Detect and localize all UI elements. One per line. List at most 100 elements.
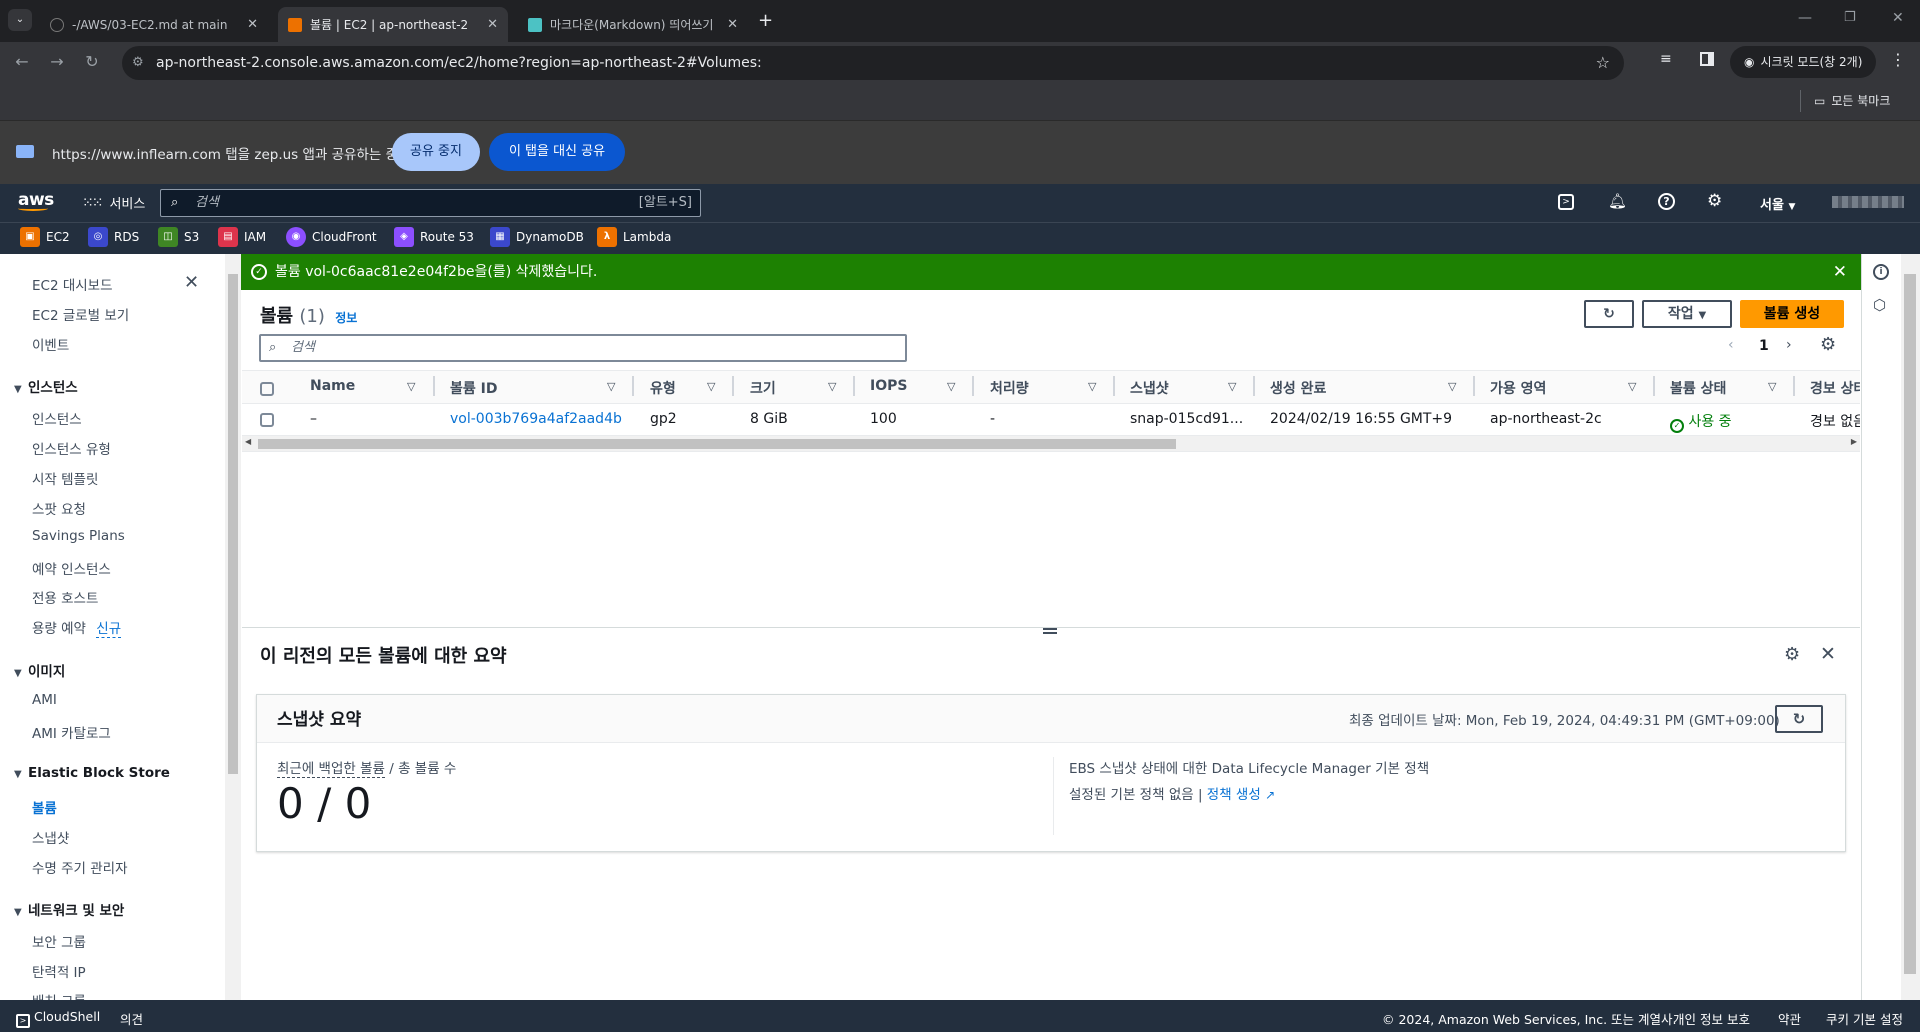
summary-refresh-button[interactable]: ↻	[1775, 705, 1823, 733]
column-snapshot[interactable]: 스냅샷	[1130, 378, 1169, 398]
site-info-icon[interactable]: ⚙	[132, 46, 144, 80]
sidebar-item-events[interactable]: 이벤트	[32, 334, 69, 354]
help-icon[interactable]: ?	[1658, 193, 1675, 210]
info-panel-icon[interactable]: i	[1873, 264, 1889, 280]
sort-icon[interactable]: ▽	[607, 380, 615, 393]
sort-icon[interactable]: ▽	[1228, 380, 1236, 393]
address-bar[interactable]: ⚙ ap-northeast-2.console.aws.amazon.com/…	[122, 46, 1624, 80]
browser-menu-icon[interactable]: ⋮	[1890, 50, 1906, 69]
column-divider[interactable]	[853, 376, 855, 396]
stop-sharing-button[interactable]: 공유 중지	[392, 133, 480, 171]
sidebar-item-ami[interactable]: AMI	[32, 692, 57, 708]
cloudshell-icon[interactable]: >	[1558, 194, 1574, 210]
browser-tab-github[interactable]: -/AWS/03-EC2.md at main · k ✕	[40, 7, 268, 42]
sort-icon[interactable]: ▽	[1628, 380, 1636, 393]
new-tab-button[interactable]: +	[758, 10, 773, 31]
favorite-rds[interactable]: ◎ RDS	[88, 226, 139, 248]
incognito-profile[interactable]: ◉ 시크릿 모드(창 2개)	[1730, 46, 1877, 78]
column-throughput[interactable]: 처리량	[990, 378, 1029, 398]
sidebar-item-snapshots[interactable]: 스냅샷	[32, 827, 69, 847]
create-volume-button[interactable]: 볼륨 생성	[1740, 300, 1844, 328]
next-page-icon[interactable]: ›	[1786, 337, 1792, 353]
sidebar-section-images[interactable]: ▼ 이미지	[14, 660, 65, 680]
all-bookmarks[interactable]: ▭ 모든 북마크	[1814, 90, 1890, 112]
tutorial-icon[interactable]: ⬡	[1873, 296, 1886, 314]
sidebar-item-elastic-ip[interactable]: 탄력적 IP	[32, 961, 86, 981]
external-link-icon[interactable]: ↗	[1265, 788, 1275, 802]
backed-up-link[interactable]: 최근에 백업한 볼륨	[277, 761, 385, 778]
minimize-button[interactable]: —	[1798, 10, 1812, 26]
prev-page-icon[interactable]: ‹	[1728, 337, 1734, 353]
cell-volume-id[interactable]: vol-003b769a4af2aad4b	[450, 411, 622, 427]
cloudshell-button[interactable]: > CloudShell	[16, 1009, 100, 1028]
column-divider[interactable]	[433, 376, 435, 396]
browser-tab-markdown[interactable]: 마크다운(Markdown) 띄어쓰기 ✕	[518, 7, 748, 42]
sidebar-item-savings-plans[interactable]: Savings Plans	[32, 528, 125, 544]
sort-icon[interactable]: ▽	[828, 380, 836, 393]
column-divider[interactable]	[1253, 376, 1255, 396]
page-number[interactable]: 1	[1759, 338, 1769, 354]
page-scrollbar[interactable]	[1901, 254, 1920, 1000]
scroll-right-icon[interactable]: ▶	[1851, 437, 1857, 446]
sort-icon[interactable]: ▽	[1768, 380, 1776, 393]
volume-search-input[interactable]: ⌕ 검색	[259, 334, 907, 362]
sidebar-item-security-groups[interactable]: 보안 그룹	[32, 931, 86, 951]
sort-icon[interactable]: ▽	[1088, 380, 1096, 393]
back-icon[interactable]: ←	[10, 50, 34, 74]
create-policy-link[interactable]: 정책 생성	[1207, 787, 1261, 803]
close-icon[interactable]: ✕	[727, 17, 738, 32]
sidebar-close-icon[interactable]: ✕	[184, 272, 199, 293]
sidebar-item-instances[interactable]: 인스턴스	[32, 408, 82, 428]
sidebar-item-global-view[interactable]: EC2 글로벌 보기	[32, 304, 129, 324]
table-preferences-icon[interactable]: ⚙	[1820, 334, 1836, 355]
column-divider[interactable]	[1473, 376, 1475, 396]
actions-dropdown[interactable]: 작업 ▼	[1642, 300, 1732, 328]
sidebar-item-ami-catalog[interactable]: AMI 카탈로그	[32, 722, 111, 742]
sidebar-item-placement-groups[interactable]: 배치 그룹	[32, 990, 86, 1000]
aws-logo[interactable]: aws	[18, 190, 54, 211]
cookie-preferences-link[interactable]: 쿠키 기본 설정	[1826, 1009, 1903, 1028]
restore-button[interactable]: ❐	[1844, 10, 1856, 25]
column-divider[interactable]	[1793, 376, 1795, 396]
summary-settings-icon[interactable]: ⚙	[1784, 644, 1800, 665]
terms-link[interactable]: 약관	[1778, 1009, 1801, 1028]
table-scroll-thumb[interactable]	[258, 439, 1176, 449]
sort-icon[interactable]: ▽	[407, 380, 415, 393]
favorite-lambda[interactable]: λ Lambda	[597, 226, 671, 248]
favorite-cloudfront[interactable]: ◉ CloudFront	[286, 226, 377, 248]
sidebar-scroll-thumb[interactable]	[228, 274, 238, 774]
column-divider[interactable]	[1113, 376, 1115, 396]
privacy-link[interactable]: 개인 정보 보호	[1673, 1009, 1750, 1028]
feedback-link[interactable]: 의견	[120, 1009, 143, 1028]
account-menu[interactable]	[1832, 196, 1904, 208]
sort-icon[interactable]: ▽	[947, 380, 955, 393]
sidebar-item-spot-requests[interactable]: 스팟 요청	[32, 498, 86, 518]
column-size[interactable]: 크기	[750, 378, 776, 398]
close-icon[interactable]: ✕	[487, 17, 498, 32]
sidebar-item-launch-templates[interactable]: 시작 템플릿	[32, 468, 98, 488]
notifications-icon[interactable]: 🔔︎	[1608, 192, 1627, 210]
column-divider[interactable]	[1653, 376, 1655, 396]
sidebar-section-instances[interactable]: ▼ 인스턴스	[14, 376, 78, 396]
sidebar-item-instance-types[interactable]: 인스턴스 유형	[32, 438, 111, 458]
column-divider[interactable]	[632, 376, 634, 396]
refresh-button[interactable]: ↻	[1584, 300, 1634, 328]
column-iops[interactable]: IOPS	[870, 378, 907, 394]
sidebar-item-dashboard[interactable]: EC2 대시보드	[32, 274, 113, 294]
sidebar-section-ebs[interactable]: ▼ Elastic Block Store	[14, 765, 170, 781]
region-selector[interactable]: 서울 ▼	[1760, 194, 1795, 213]
column-divider[interactable]	[732, 376, 734, 396]
browser-tab-ec2[interactable]: 볼륨 | EC2 | ap-northeast-2 ✕	[278, 7, 508, 42]
sidebar-item-dedicated-hosts[interactable]: 전용 호스트	[32, 587, 98, 607]
page-scroll-thumb[interactable]	[1904, 274, 1916, 974]
sidebar-section-network-security[interactable]: ▼ 네트워크 및 보안	[14, 899, 124, 919]
sort-icon[interactable]: ▽	[1448, 380, 1456, 393]
scroll-left-icon[interactable]: ◀	[245, 437, 251, 446]
window-close-button[interactable]: ✕	[1892, 10, 1904, 26]
reload-icon[interactable]: ↻	[80, 50, 104, 74]
favorite-ec2[interactable]: ▣ EC2	[20, 226, 70, 248]
column-name[interactable]: Name	[310, 378, 355, 394]
split-handle-icon[interactable]	[1043, 628, 1057, 634]
column-type[interactable]: 유형	[650, 378, 676, 398]
services-menu[interactable]: ⁙⁙ 서비스	[82, 193, 145, 213]
